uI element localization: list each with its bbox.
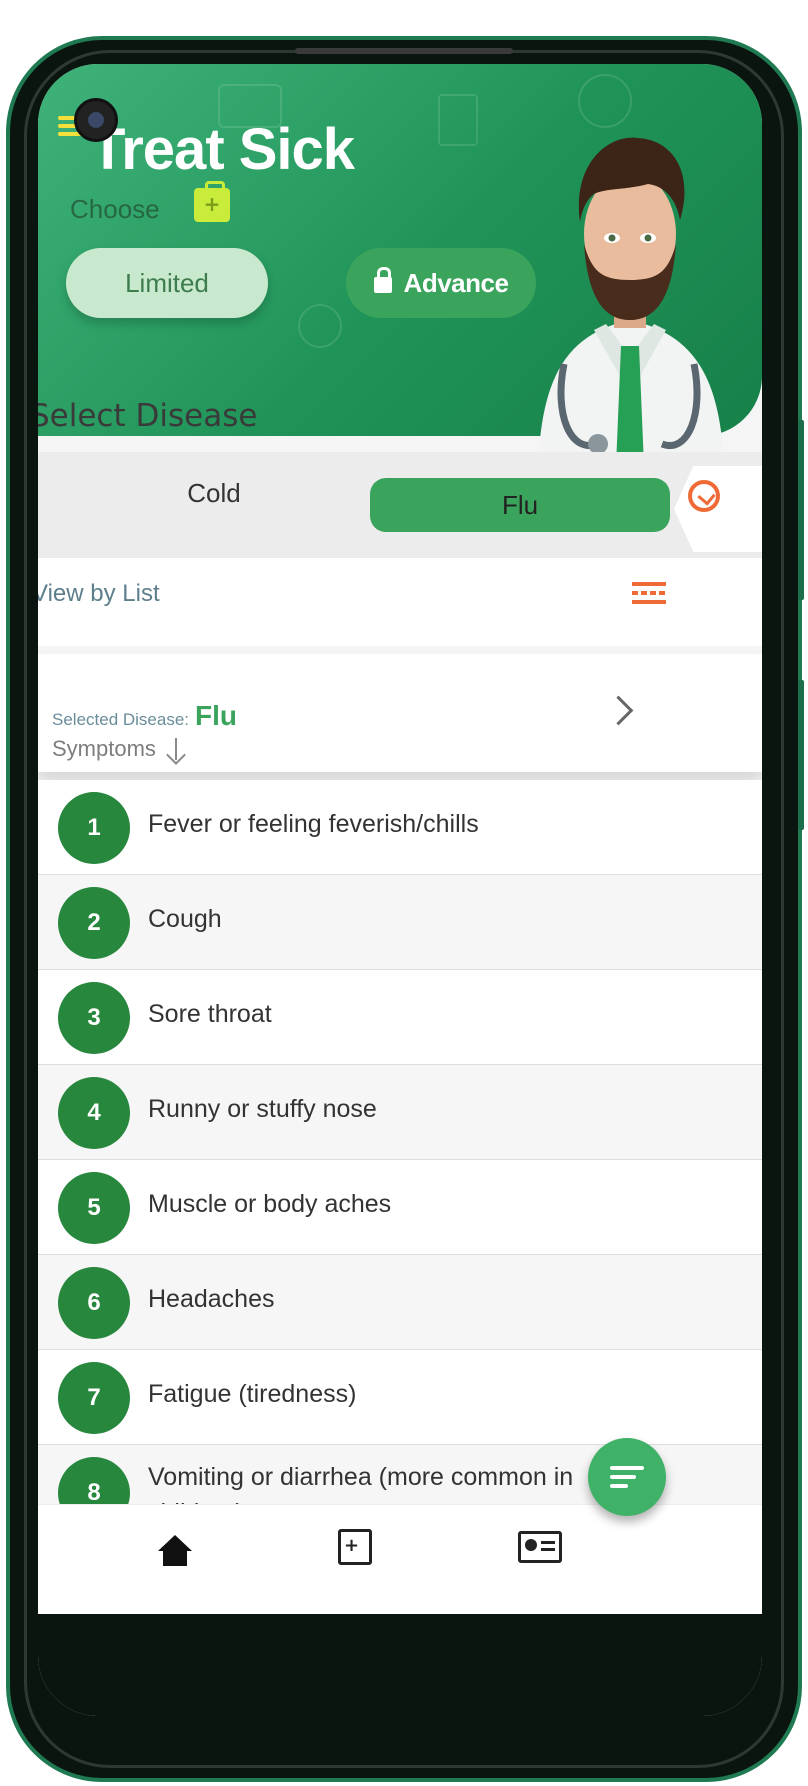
- list-view-icon[interactable]: [632, 582, 666, 612]
- medical-kit-icon: [194, 181, 230, 222]
- list-item[interactable]: 1 Fever or feeling feverish/chills: [38, 780, 762, 875]
- refresh-button[interactable]: [674, 466, 762, 552]
- symptom-list: 1 Fever or feeling feverish/chills 2 Cou…: [38, 780, 762, 1540]
- item-text: Fever or feeling feverish/chills: [148, 810, 479, 838]
- tab-cold[interactable]: Cold: [134, 478, 294, 509]
- item-text: Fatigue (tiredness): [148, 1380, 357, 1408]
- choose-label: Choose: [70, 194, 160, 224]
- doctor-illustration: [538, 137, 724, 466]
- item-number: 7: [58, 1362, 130, 1434]
- filter-line: [610, 1466, 644, 1470]
- earpiece-speaker: [295, 48, 513, 54]
- item-number: 4: [58, 1077, 130, 1149]
- doodle-board: [438, 94, 478, 146]
- front-camera: [74, 98, 118, 142]
- power-button: [798, 680, 804, 830]
- selected-disease-caption: Selected Disease:: [52, 710, 190, 729]
- list-item[interactable]: 6 Headaches: [38, 1255, 762, 1350]
- tab-flu-label: Flu: [501, 489, 539, 520]
- list-item[interactable]: 4 Runny or stuffy nose: [38, 1065, 762, 1160]
- item-text: Headaches: [148, 1285, 275, 1313]
- list-item[interactable]: 2 Cough: [38, 875, 762, 970]
- list-item[interactable]: 3 Sore throat: [38, 970, 762, 1065]
- volume-button: [798, 420, 804, 600]
- item-number: 1: [58, 792, 130, 864]
- item-number: 3: [58, 982, 130, 1054]
- disease-tabs: Cold Flu: [38, 452, 762, 558]
- advance-mode-label: Advance: [403, 267, 509, 298]
- bottom-navigation: [38, 1504, 762, 1615]
- view-by-list-bar: View by List: [38, 558, 762, 646]
- item-text: Muscle or body aches: [148, 1190, 392, 1218]
- app-title: Treat Sick: [90, 117, 355, 182]
- doodle-circle: [298, 304, 342, 348]
- limited-mode-label: Limited: [125, 267, 209, 298]
- selected-disease-card[interactable]: Selected Disease: Flu Symptoms: [38, 654, 762, 772]
- item-number: 5: [58, 1172, 130, 1244]
- list-item[interactable]: 7 Fatigue (tiredness): [38, 1350, 762, 1445]
- item-text: Sore throat: [148, 1000, 272, 1028]
- selected-disease-label: Selected Disease: Flu: [52, 700, 237, 732]
- tab-flu[interactable]: Flu: [370, 478, 670, 532]
- id-card-icon[interactable]: [518, 1531, 562, 1563]
- refresh-icon[interactable]: [688, 480, 720, 512]
- view-by-list-label: View by List: [38, 580, 160, 607]
- home-icon[interactable]: [158, 1535, 192, 1567]
- item-number: 6: [58, 1267, 130, 1339]
- filter-line: [610, 1484, 628, 1488]
- screen-bottom-bezel: [38, 1614, 762, 1716]
- select-disease-title: Select Disease: [38, 398, 258, 434]
- limited-mode-button[interactable]: Limited: [66, 248, 268, 318]
- item-text: Cough: [148, 905, 222, 933]
- lock-icon: [373, 267, 392, 293]
- symptoms-caption: Symptoms: [52, 736, 156, 761]
- arrow-down-icon: [166, 738, 186, 762]
- item-number: 2: [58, 887, 130, 959]
- symptoms-label: Symptoms: [52, 732, 186, 762]
- app-screen: Treat Sick Choose Limited Advance Select…: [38, 64, 762, 1716]
- selected-disease-value: Flu: [195, 700, 238, 731]
- list-item[interactable]: 5 Muscle or body aches: [38, 1160, 762, 1255]
- chevron-right-icon[interactable]: [603, 695, 634, 726]
- item-text: Runny or stuffy nose: [148, 1095, 377, 1123]
- filter-line: [610, 1475, 636, 1479]
- medical-kit-icon[interactable]: [338, 1529, 372, 1565]
- filter-fab-button[interactable]: [588, 1438, 666, 1516]
